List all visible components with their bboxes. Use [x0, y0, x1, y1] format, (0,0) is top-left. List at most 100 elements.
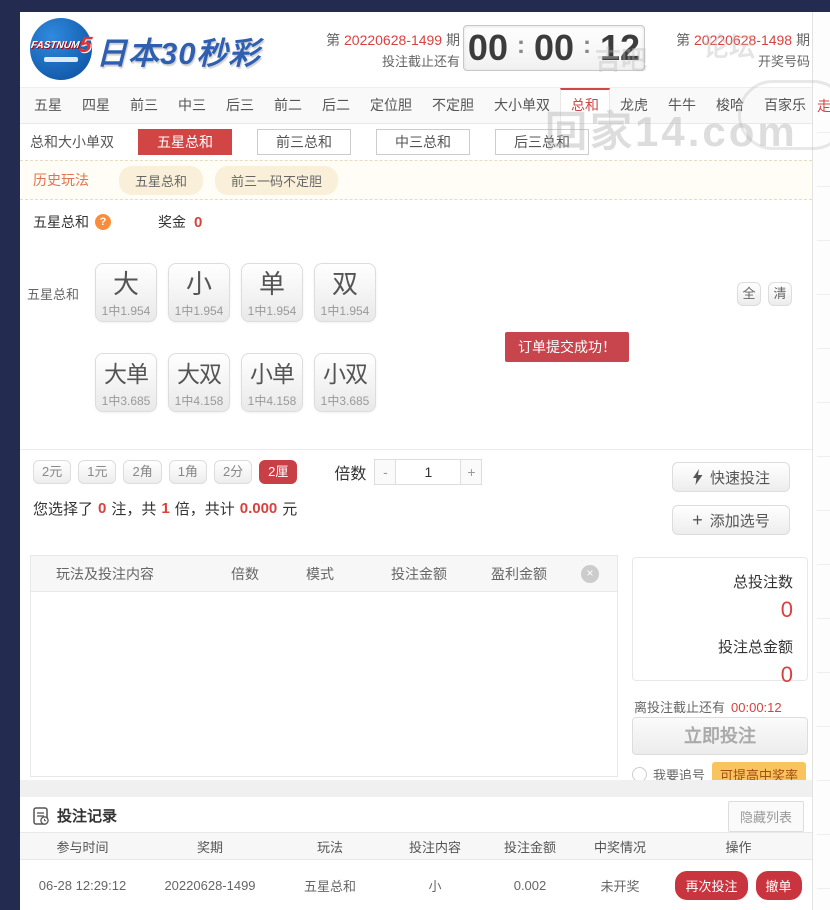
subnav-tab-中三总和[interactable]: 中三总和	[376, 129, 470, 155]
bet-option-name: 大双	[177, 361, 222, 387]
sub-nav: 总和大小单双 五星总和 前三总和 中三总和 后三总和	[20, 124, 812, 160]
lightning-icon	[692, 469, 703, 485]
timer-minutes: 00	[533, 27, 575, 68]
bet-options-row-1: 大 1中1.954 小 1中1.954 单 1中1.954 双 1中1.954	[95, 263, 376, 322]
divider-line	[817, 348, 830, 349]
nav-tab-龙虎[interactable]: 龙虎	[610, 88, 658, 123]
help-icon[interactable]: ?	[95, 214, 111, 230]
nav-tab-label: 中三	[178, 97, 206, 113]
last-issue-number: 20220628-1498	[694, 32, 793, 48]
records-column-header: 投注内容	[408, 839, 461, 855]
records-column-header: 投注金额	[503, 839, 556, 855]
record-list-icon	[33, 806, 49, 825]
nav-tab-前三[interactable]: 前三	[120, 88, 168, 123]
add-number-label: 添加选号	[709, 512, 770, 530]
record-cell: 小	[428, 878, 442, 894]
timer-hours: 00	[467, 27, 508, 68]
last-issue-block: 第 20220628-1498 期 开奖号码	[650, 29, 810, 73]
subnav-tab-五星总和[interactable]: 五星总和	[138, 129, 232, 155]
nav-tab-百家乐[interactable]: 百家乐	[754, 88, 816, 123]
unit-button-1元[interactable]: 1元	[78, 459, 117, 484]
add-number-button[interactable]: + 添加选号	[672, 505, 790, 535]
bet-option-大单[interactable]: 大单 1中3.685	[95, 353, 157, 412]
record-cell: 五星总和	[303, 878, 356, 894]
bet-now-button[interactable]: 立即投注	[632, 717, 808, 755]
nav-tab-label: 后三	[226, 97, 254, 113]
nav-tab-四星[interactable]: 四星	[72, 88, 120, 123]
divider-line	[817, 186, 830, 187]
records-table-body: 06-28 12:29:12 20220628-1499 五星总和 小 0.002 未开奖…	[20, 860, 812, 910]
multiplier-input[interactable]	[396, 458, 461, 485]
bet-option-小[interactable]: 小 1中1.954	[168, 263, 230, 322]
history-label: 历史玩法	[33, 172, 89, 188]
bet-option-大[interactable]: 大 1中1.954	[95, 263, 157, 322]
cancel-order-button[interactable]: 撤单	[755, 870, 802, 900]
deadline-countdown: 离投注截止还有 00:00:12	[634, 697, 810, 716]
clear-button[interactable]: 清	[768, 282, 792, 306]
order-success-toast: 订单提交成功！	[505, 332, 629, 362]
bet-option-双[interactable]: 双 1中1.954	[314, 263, 376, 322]
bet-option-name: 单	[258, 269, 285, 299]
nav-tab-牛牛[interactable]: 牛牛	[658, 88, 706, 123]
site-logo[interactable]: FASTNUM 5	[29, 18, 94, 80]
nav-tab-label: 百家乐	[764, 97, 806, 113]
nav-tab-前二[interactable]: 前二	[264, 88, 312, 123]
select-all-button[interactable]: 全	[737, 282, 761, 306]
nav-tab-定位胆[interactable]: 定位胆	[360, 88, 422, 123]
bet-records-title-text: 投注记录	[57, 808, 118, 825]
multiplier-plus-button[interactable]: +	[460, 458, 483, 485]
unit-button-2元[interactable]: 2元	[33, 459, 72, 484]
history-pill[interactable]: 前三一码不定胆	[215, 165, 339, 195]
close-icon[interactable]: ×	[581, 564, 599, 583]
bet-option-name: 双	[331, 269, 358, 299]
nav-tab-后三[interactable]: 后三	[216, 88, 264, 123]
logo-badge-text: FASTNUM	[29, 39, 80, 51]
nav-tab-label: 梭哈	[716, 97, 744, 113]
total-bets-label: 总投注数	[732, 574, 793, 591]
unit-button-2厘[interactable]: 2厘	[259, 459, 298, 484]
hide-list-button[interactable]: 隐藏列表	[727, 801, 804, 832]
nav-tab-中三[interactable]: 中三	[168, 88, 216, 123]
bet-option-单[interactable]: 单 1中1.954	[241, 263, 303, 322]
nav-tab-总和[interactable]: 总和	[560, 88, 610, 123]
nav-tab-label: 龙虎	[620, 97, 648, 113]
nav-tab-后二[interactable]: 后二	[312, 88, 360, 123]
total-amount-label: 投注总金额	[717, 639, 793, 656]
bet-option-odds: 1中1.954	[320, 304, 370, 318]
logo-band: FASTNUM 5	[29, 32, 94, 57]
cutoff-right-panel: 走	[812, 12, 830, 910]
rebet-button[interactable]: 再次投注	[675, 870, 748, 900]
nav-tab-大小单双[interactable]: 大小单双	[484, 88, 560, 123]
subnav-tab-后三总和[interactable]: 后三总和	[495, 129, 589, 155]
nav-tab-label: 大小单双	[494, 97, 550, 113]
bet-option-小单[interactable]: 小单 1中4.158	[241, 353, 303, 412]
subnav-tab-前三总和[interactable]: 前三总和	[257, 129, 351, 155]
nav-tab-label: 牛牛	[668, 97, 696, 113]
deadline-time: 00:00:12	[731, 700, 782, 715]
nav-tab-梭哈[interactable]: 梭哈	[706, 88, 754, 123]
nav-tab-五星[interactable]: 五星	[24, 88, 72, 123]
unit-button-2角[interactable]: 2角	[123, 459, 162, 484]
subnav-label[interactable]: 总和大小单双	[30, 132, 114, 152]
nav-tab-label: 不定胆	[432, 97, 474, 113]
current-issue-number: 20220628-1499	[344, 32, 443, 48]
bet-stats-box: 总投注数 0 投注总金额 0	[632, 557, 808, 687]
nav-tab-不定胆[interactable]: 不定胆	[422, 88, 484, 123]
bet-row-label: 五星总和	[27, 287, 80, 302]
unit-button-1角[interactable]: 1角	[168, 459, 207, 484]
bet-options-row-2: 大单 1中3.685 大双 1中4.158 小单 1中4.158 小双 1中3.685	[95, 353, 376, 412]
multiplier-minus-button[interactable]: -	[374, 458, 397, 485]
logo-badge-number: 5	[77, 32, 94, 57]
divider-line	[817, 564, 830, 565]
record-row: 06-28 12:29:12 20220628-1499 五星总和 小 0.002 未开奖…	[20, 860, 812, 910]
divider-line	[817, 510, 830, 511]
bet-option-小双[interactable]: 小双 1中3.685	[314, 353, 376, 412]
nav-tab-label: 前三	[130, 97, 158, 113]
bet-option-大双[interactable]: 大双 1中4.158	[168, 353, 230, 412]
unit-button-2分[interactable]: 2分	[213, 459, 253, 484]
bet-records-header: 投注记录 隐藏列表	[20, 797, 812, 832]
quick-bet-button[interactable]: 快速投注	[672, 462, 790, 492]
history-pill[interactable]: 五星总和	[119, 165, 204, 195]
logo-underline	[44, 57, 78, 62]
bet-option-odds: 1中3.685	[320, 394, 370, 408]
